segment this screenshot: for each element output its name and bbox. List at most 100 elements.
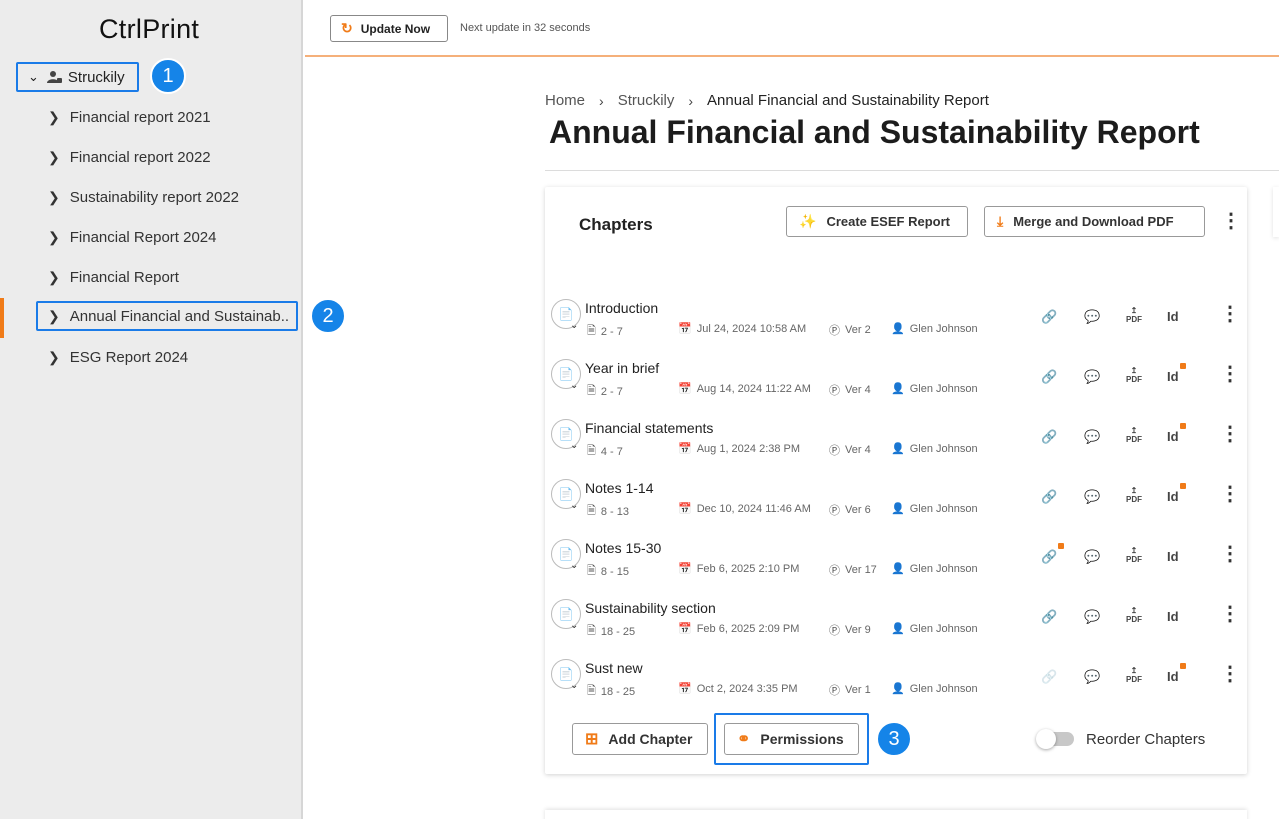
chapter-row[interactable]: 📄 ⌄ Year in brief 🗎 2 - 7 📅 Aug 14, 2024 11:22… [545,359,1247,419]
row-more-options-icon[interactable]: ⋮ [1220,424,1240,444]
document-icon[interactable]: 📄 ⌄ [551,479,581,511]
pages-value: 2 - 7 [600,385,623,398]
link-icon[interactable]: 🔗 [1041,489,1057,505]
chapter-row[interactable]: 📄 ⌄ Financial statements 🗎 4 - 7 📅 Aug 1, 2024… [545,419,1247,479]
pdf-icon[interactable]: ↥ PDF [1126,486,1142,504]
chapter-version: Ⓟ Ver 4 [829,382,871,398]
link-icon[interactable]: 🔗 [1041,369,1057,385]
link-icon[interactable]: 🔗 [1041,309,1057,325]
create-esef-button[interactable]: ✨ Create ESEF Report [786,206,968,237]
version-value: Ver 4 [845,444,871,456]
version-icon: Ⓟ [829,685,840,697]
comments-icon[interactable]: 💬 [1084,609,1100,625]
permissions-button[interactable]: ⚭ Permissions [724,723,859,755]
pdf-icon[interactable]: ↥ PDF [1126,426,1142,444]
chapter-version: Ⓟ Ver 9 [829,622,871,638]
tree-item-annual-report[interactable]: ❯ Annual Financial and Sustainab.. [36,301,298,331]
indesign-icon[interactable]: Id [1167,309,1179,324]
row-more-options-icon[interactable]: ⋮ [1220,304,1240,324]
breadcrumb-home[interactable]: Home [545,92,585,109]
row-more-options-icon[interactable]: ⋮ [1220,544,1240,564]
link-icon[interactable]: 🔗 [1041,429,1057,445]
row-more-options-icon[interactable]: ⋮ [1220,484,1240,504]
document-icon[interactable]: 📄 ⌄ [551,419,581,451]
link-icon[interactable]: 🔗 [1041,669,1057,685]
indesign-icon[interactable]: Id [1167,663,1186,684]
step-badge-1: 1 [150,58,186,94]
link-icon[interactable]: 🔗 [1041,543,1065,565]
chapter-name[interactable]: Year in brief [585,360,659,376]
lock-icon [1179,363,1186,369]
breadcrumb-current: Annual Financial and Sustainability Repo… [707,92,989,109]
chapter-row[interactable]: 📄 ⌄ Introduction 🗎 2 - 7 📅 Jul 24, 2024 10:58 … [545,299,1247,359]
comments-icon[interactable]: 💬 [1084,369,1100,385]
tree-item-esg-report-2024[interactable]: ❯ ESG Report 2024 [48,342,188,372]
link-icon[interactable]: 🔗 [1041,609,1057,625]
page-title: Annual Financial and Sustainability Repo… [549,114,1200,150]
pdf-icon[interactable]: ↥ PDF [1126,546,1142,564]
user-lock-icon [46,70,63,84]
chapter-name[interactable]: Introduction [585,300,658,316]
author-value: Glen Johnson [909,622,978,635]
author-value: Glen Johnson [909,682,978,695]
tree-item-sustainability-report-2022[interactable]: ❯ Sustainability report 2022 [48,182,239,212]
row-more-options-icon[interactable]: ⋮ [1220,604,1240,624]
indesign-icon[interactable]: Id [1167,423,1186,444]
document-icon[interactable]: 📄 ⌄ [551,539,581,571]
chapter-row[interactable]: 📄 ⌄ Sustainability section 🗎 18 - 25 📅 Feb 6, … [545,599,1247,659]
pdf-icon[interactable]: ↥ PDF [1126,306,1142,324]
chapter-name[interactable]: Sust new [585,660,643,676]
pages-value: 4 - 7 [600,445,623,458]
chapter-author: 👤 Glen Johnson [891,682,978,696]
row-more-options-icon[interactable]: ⋮ [1220,664,1240,684]
comments-icon[interactable]: 💬 [1084,309,1100,325]
tree-root-struckily[interactable]: ⌄ Struckily [16,62,139,92]
tree-item-label: Financial Report [69,268,179,286]
indesign-icon[interactable]: Id [1167,483,1186,504]
comments-icon[interactable]: 💬 [1084,549,1100,565]
chapters-title: Chapters [579,215,653,234]
add-chapter-label: Add Chapter [608,731,693,747]
key-icon: ⚭ [737,731,751,748]
tree-item-financial-report-2024[interactable]: ❯ Financial Report 2024 [48,222,217,252]
document-icon[interactable]: 📄 ⌄ [551,659,581,691]
chapter-name[interactable]: Financial statements [585,420,713,436]
esef-icon: ✨ [799,213,817,229]
version-icon: Ⓟ [829,565,840,577]
indesign-icon[interactable]: Id [1167,549,1179,564]
comments-icon[interactable]: 💬 [1084,429,1100,445]
chapter-row[interactable]: 📄 ⌄ Sust new 🗎 18 - 25 📅 Oct 2, 2024 3:35 PM Ⓟ V… [545,659,1247,719]
breadcrumb-struckily[interactable]: Struckily [618,92,675,109]
chapter-row[interactable]: 📄 ⌄ Notes 1-14 🗎 8 - 13 📅 Dec 10, 2024 11:46 A… [545,479,1247,539]
merge-download-pdf-button[interactable]: ⤓ Merge and Download PDF [984,206,1205,237]
comments-icon[interactable]: 💬 [1084,669,1100,685]
pdf-icon[interactable]: ↥ PDF [1126,606,1142,624]
pdf-icon[interactable]: ↥ PDF [1126,666,1142,684]
chapter-version: Ⓟ Ver 6 [829,502,871,518]
date-value: Aug 1, 2024 2:38 PM [696,442,801,455]
tree-item-financial-report-2022[interactable]: ❯ Financial report 2022 [48,142,211,172]
update-now-button[interactable]: ↻ Update Now [330,15,448,42]
indesign-icon[interactable]: Id [1167,363,1186,384]
person-icon: 👤 [891,623,905,635]
indesign-icon[interactable]: Id [1167,609,1179,624]
add-chapter-button[interactable]: ⊞ Add Chapter [572,723,708,755]
version-icon: Ⓟ [829,445,840,457]
chapter-name[interactable]: Notes 15-30 [585,540,661,556]
chapter-name[interactable]: Sustainability section [585,600,716,616]
sidebar: CtrlPrint ⌄ Struckily ❯ Financial report… [0,0,303,819]
id-label: Id [1167,549,1179,564]
document-icon[interactable]: 📄 ⌄ [551,599,581,631]
document-icon[interactable]: 📄 ⌄ [551,359,581,391]
row-more-options-icon[interactable]: ⋮ [1220,364,1240,384]
step-badge-3: 3 [876,721,912,757]
pdf-icon[interactable]: ↥ PDF [1126,366,1142,384]
document-icon[interactable]: 📄 ⌄ [551,299,581,331]
chapter-name[interactable]: Notes 1-14 [585,480,653,496]
chapter-row[interactable]: 📄 ⌄ Notes 15-30 🗎 8 - 15 📅 Feb 6, 2025 2:10 PM… [545,539,1247,599]
more-options-icon[interactable]: ⋮ [1221,211,1241,231]
comments-icon[interactable]: 💬 [1084,489,1100,505]
tree-item-financial-report-2021[interactable]: ❯ Financial report 2021 [48,102,211,132]
tree-item-financial-report[interactable]: ❯ Financial Report [48,262,179,292]
reorder-toggle[interactable] [1036,729,1074,749]
